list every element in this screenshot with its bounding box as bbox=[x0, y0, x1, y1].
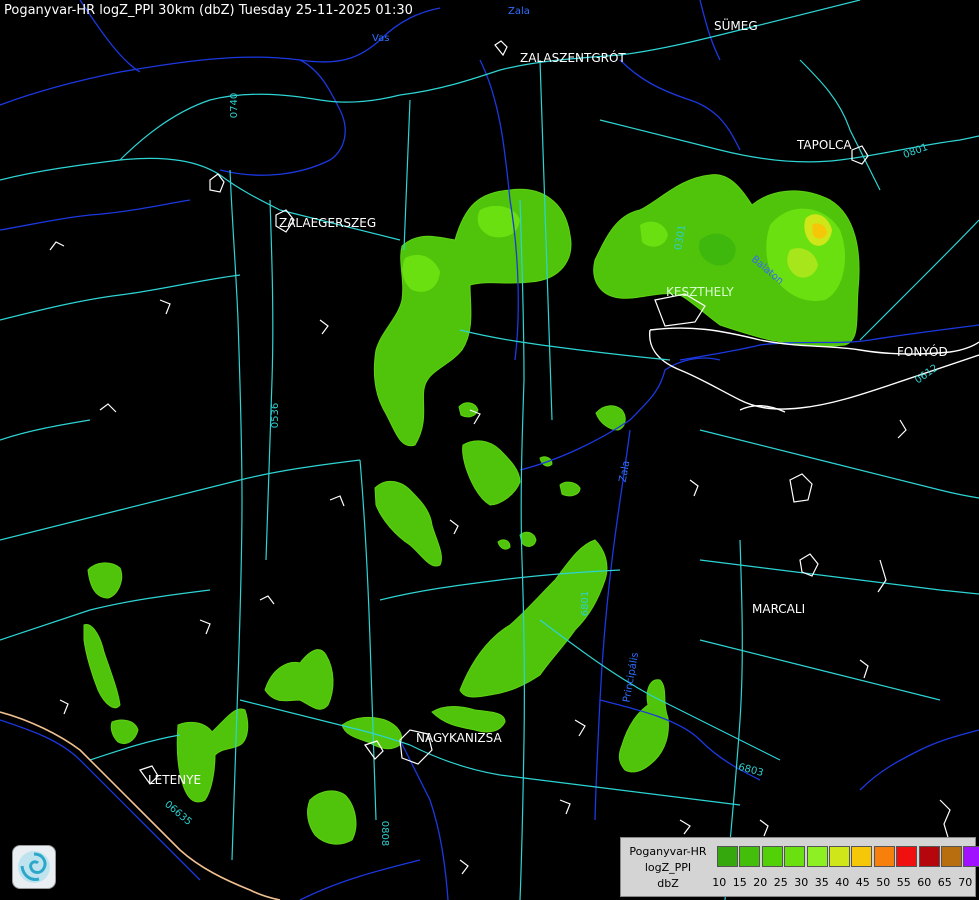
legend-tick-label: 25 bbox=[773, 876, 788, 889]
legend-radar-name: Poganyvar-HR bbox=[629, 845, 707, 858]
legend-swatch bbox=[761, 846, 783, 867]
city-label-zalaszentgrot: ZALASZENTGRÓT bbox=[520, 51, 626, 65]
legend-swatch bbox=[806, 846, 828, 867]
city-label-fonyod: FONYÓD bbox=[897, 345, 948, 359]
color-scale-legend: Poganyvar-HR logZ_PPI dbZ 10 15 20 25 30 35 40… bbox=[620, 837, 979, 897]
river-label: Vas bbox=[372, 33, 390, 44]
city-label-zalaegerszeg: ZALAEGERSZEG bbox=[279, 216, 377, 230]
legend-tick-label: 50 bbox=[876, 876, 891, 889]
legend-tick-label: 55 bbox=[896, 876, 911, 889]
legend-swatch bbox=[873, 846, 895, 867]
legend-swatch bbox=[918, 846, 940, 867]
legend-unit: dbZ bbox=[657, 877, 679, 890]
city-label-keszthely: KESZTHELY bbox=[666, 285, 734, 299]
legend-tick-label: 20 bbox=[753, 876, 768, 889]
legend-tick-label: 45 bbox=[855, 876, 870, 889]
legend-tick-label: 35 bbox=[814, 876, 829, 889]
radar-logo-icon bbox=[12, 845, 56, 889]
road-label: 0740 bbox=[229, 92, 241, 119]
legend-ticks: 10 15 20 25 30 35 40 45 50 55 60 65 70 bbox=[709, 876, 976, 889]
legend-tick-label: 65 bbox=[937, 876, 952, 889]
legend-tick-label: 40 bbox=[835, 876, 850, 889]
legend-swatch bbox=[851, 846, 873, 867]
legend-labels: Poganyvar-HR logZ_PPI dbZ bbox=[625, 844, 711, 892]
legend-swatch bbox=[828, 846, 850, 867]
city-label-marcali: MARCALI bbox=[752, 602, 806, 616]
legend-swatch bbox=[784, 846, 806, 867]
road-label: 0808 bbox=[379, 820, 391, 847]
city-label-tapolca: TAPOLCA bbox=[797, 138, 852, 152]
legend-tick-label: 60 bbox=[917, 876, 932, 889]
city-label-nagykanizsa: NAGYKANIZSA bbox=[416, 731, 502, 745]
legend-tick-label: 30 bbox=[794, 876, 809, 889]
river-label: Zala bbox=[508, 6, 530, 17]
legend-swatch bbox=[717, 846, 738, 867]
radar-map[interactable] bbox=[0, 0, 979, 900]
road-label: 0536 bbox=[270, 402, 282, 429]
map-title: Poganyvar-HR logZ_PPI 30km (dbZ) Tuesday… bbox=[4, 3, 413, 18]
legend-swatch bbox=[963, 846, 979, 867]
legend-tick-label: 70 bbox=[958, 876, 973, 889]
city-label-sumeg: SÜMEG bbox=[714, 19, 758, 33]
legend-swatch bbox=[896, 846, 918, 867]
legend-swatches bbox=[717, 846, 979, 867]
legend-product-name: logZ_PPI bbox=[644, 861, 692, 874]
legend-swatch bbox=[739, 846, 761, 867]
legend-tick-label: 10 bbox=[712, 876, 727, 889]
legend-tick-label: 15 bbox=[732, 876, 747, 889]
city-label-letenye: LETENYE bbox=[148, 773, 202, 787]
road-label: 6801 bbox=[580, 590, 592, 617]
legend-swatch bbox=[940, 846, 962, 867]
